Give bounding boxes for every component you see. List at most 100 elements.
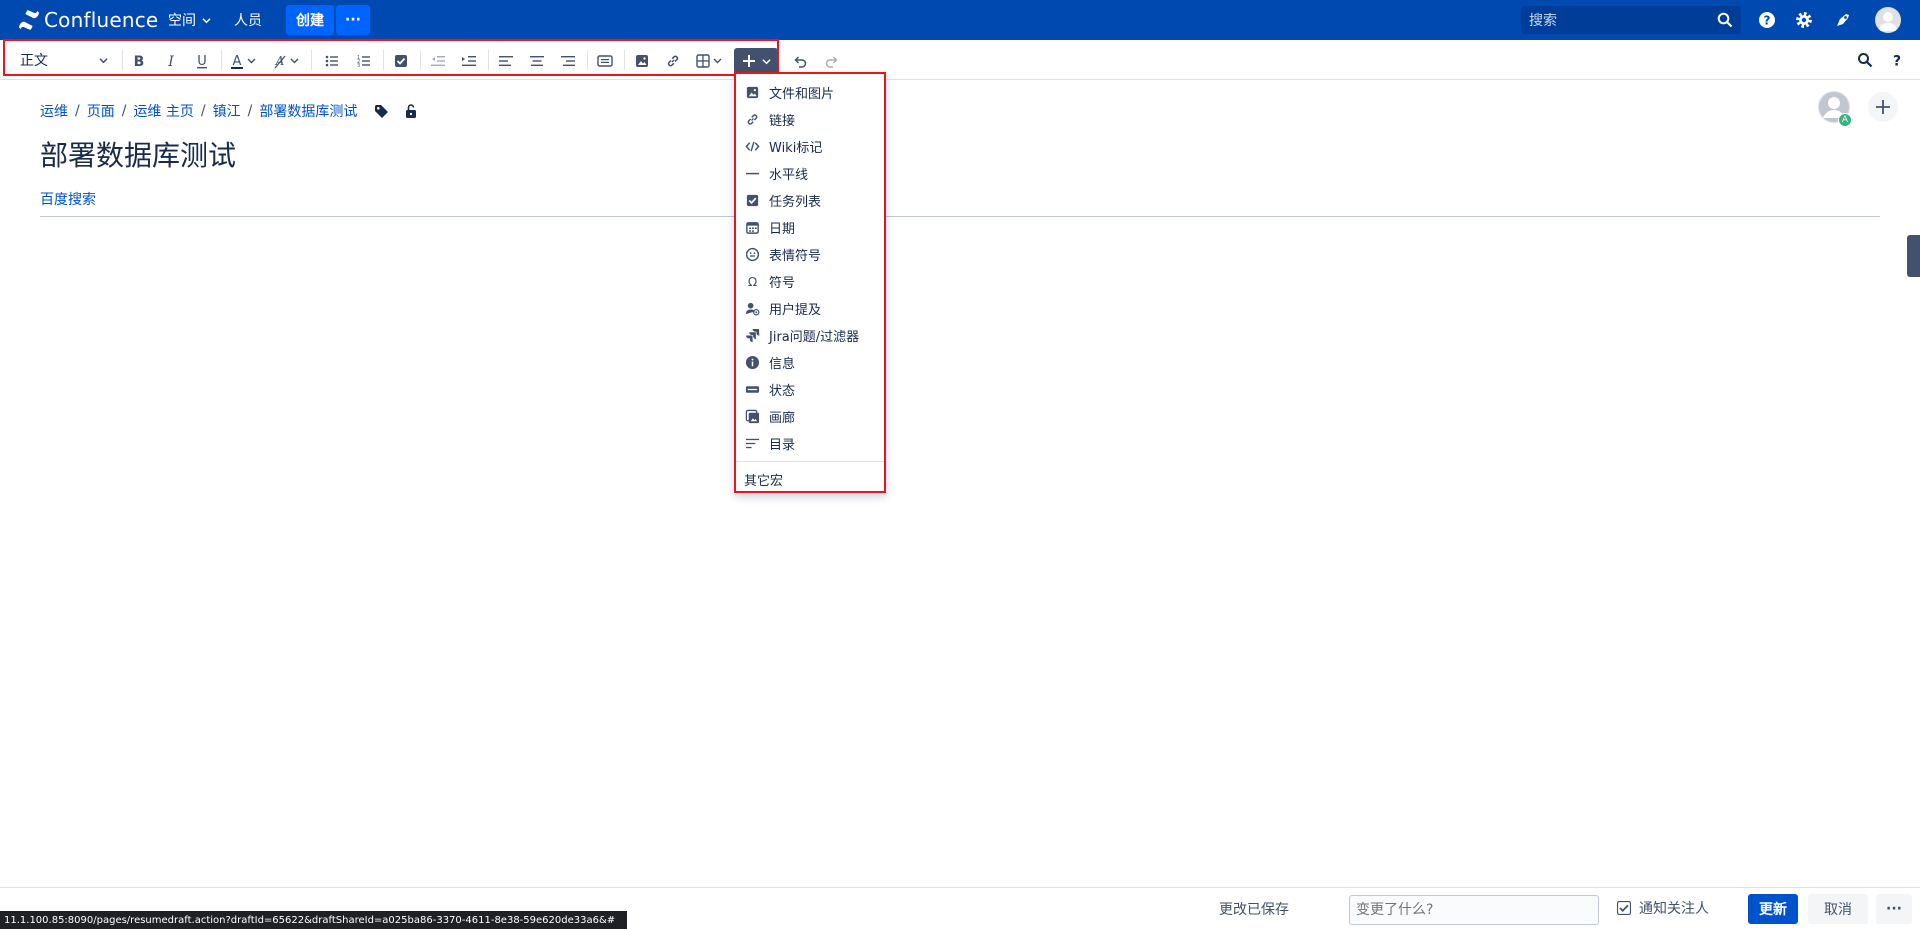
breadcrumb-item-current[interactable]: 部署数据库测试 [259,101,357,121]
align-center-button[interactable] [525,49,549,73]
page-layout-button[interactable] [593,49,617,73]
menu-item-status[interactable]: 状态 [736,376,884,402]
numbered-list-button[interactable]: 123 [352,49,376,73]
menu-item-label: 其它宏 [744,473,784,489]
notify-watchers-checkbox[interactable]: 通知关注人 [1617,898,1709,918]
find-replace-button[interactable] [1855,50,1875,70]
menu-item-emoji[interactable]: 表情符号 [736,241,884,267]
toolbar-divider [311,50,312,70]
horizontal-rule-icon [745,172,759,174]
menu-item-user-mention[interactable]: 用户提及 [736,295,884,321]
collaborator-avatar[interactable]: A [1818,91,1852,127]
menu-item-gallery[interactable]: 画廊 [736,403,884,429]
image-icon [746,86,758,98]
insert-more-button[interactable] [734,48,778,74]
help-icon[interactable]: ? [1757,10,1777,30]
text-color-icon: A [231,54,256,69]
insert-image-button[interactable] [630,49,654,73]
menu-item-date[interactable]: 日期 [736,214,884,240]
menu-item-info[interactable]: 信息 [736,349,884,375]
menu-item-wiki-markup[interactable]: Wiki标记 [736,133,884,159]
editor-help-button[interactable]: ? [1887,50,1907,70]
outdent-button[interactable] [426,49,450,73]
menu-item-files-images[interactable]: 文件和图片 [736,79,884,105]
link-icon [667,55,679,67]
omega-icon: Ω [747,275,756,289]
settings-icon[interactable] [1794,10,1814,30]
paragraph-style-select[interactable]: 正文 [14,49,114,71]
menu-item-table-of-contents[interactable]: 目录 [736,430,884,456]
menu-item-label: 日期 [769,221,796,237]
menu-item-horizontal-rule[interactable]: 水平线 [736,160,884,186]
menu-item-label: 任务列表 [769,194,822,210]
chevron-down-icon [99,58,108,64]
breadcrumb-item[interactable]: 页面 [87,101,115,121]
underline-button[interactable]: U [190,49,214,73]
browser-status-url: 11.1.100.85:8090/pages/resumedraft.actio… [0,911,627,929]
plus-icon [742,55,755,67]
undo-icon [794,56,807,68]
table-icon [696,54,722,68]
insert-table-button[interactable] [693,49,727,73]
toolbar-divider [221,50,222,70]
toolbar-divider [383,50,384,70]
user-avatar[interactable] [1875,7,1901,33]
search-input[interactable]: 搜索 [1521,6,1741,34]
breadcrumb-separator: / [200,103,206,119]
menu-item-jira[interactable]: Jira问题/过滤器 [736,322,884,348]
cancel-button[interactable]: 取消 [1808,894,1868,924]
content-link[interactable]: 百度搜索 [40,189,96,209]
label-tag-icon[interactable] [373,103,389,119]
breadcrumb-item[interactable]: 运维 [40,101,68,121]
app-name: Confluence [44,8,159,32]
outdent-icon [431,56,445,66]
redo-button[interactable] [820,49,844,73]
spaces-menu[interactable]: 空间 [168,9,211,31]
italic-icon: I [167,54,174,69]
people-label: 人员 [234,13,262,29]
menu-item-link[interactable]: 链接 [736,106,884,132]
clear-formatting-button[interactable]: A [270,49,304,73]
menu-item-symbol[interactable]: Ω 符号 [736,268,884,294]
side-panel-handle[interactable] [1907,235,1920,277]
create-button[interactable]: 创建 [286,5,334,35]
page-title[interactable]: 部署数据库测试 [40,134,236,174]
toc-icon [745,438,759,448]
invite-collaborator-button[interactable] [1868,92,1898,122]
svg-text:Ω: Ω [747,275,756,289]
menu-item-label: 文件和图片 [769,86,835,102]
update-button[interactable]: 更新 [1748,894,1798,924]
menu-item-task-list[interactable]: 任务列表 [736,187,884,213]
version-comment-input[interactable] [1349,895,1599,925]
collaborator-badge: A [1838,113,1852,127]
menu-item-other-macros[interactable]: 其它宏 [736,466,884,492]
task-list-button[interactable] [389,49,413,73]
align-right-button[interactable] [556,49,580,73]
editor-toolbar: 正文 B I U A A 123 [0,40,1920,80]
text-color-button[interactable]: A [227,49,261,73]
redo-icon [825,56,838,68]
undo-button[interactable] [788,49,812,73]
people-link[interactable]: 人员 [234,9,262,31]
bold-icon: B [134,54,145,69]
title-divider [40,216,1880,217]
confluence-logo[interactable]: Confluence [18,7,158,33]
bold-button[interactable]: B [127,49,151,73]
info-icon [745,355,759,369]
indent-button[interactable] [457,49,481,73]
breadcrumb-item[interactable]: 运维 主页 [133,101,193,121]
italic-button[interactable]: I [159,49,183,73]
toolbar-divider [122,50,123,70]
search-icon[interactable] [1717,12,1733,28]
create-more-button[interactable]: ··· [336,5,370,35]
menu-item-label: 表情符号 [769,248,822,264]
bullet-list-button[interactable] [320,49,344,73]
breadcrumb-item[interactable]: 镇江 [213,101,241,121]
notifications-icon[interactable] [1833,10,1853,30]
align-left-button[interactable] [494,49,518,73]
unlock-restrictions-icon[interactable] [403,103,419,119]
more-actions-button[interactable]: ··· [1876,894,1912,924]
insert-link-button[interactable] [661,49,685,73]
breadcrumb-separator: / [121,103,127,119]
menu-divider [736,461,884,462]
